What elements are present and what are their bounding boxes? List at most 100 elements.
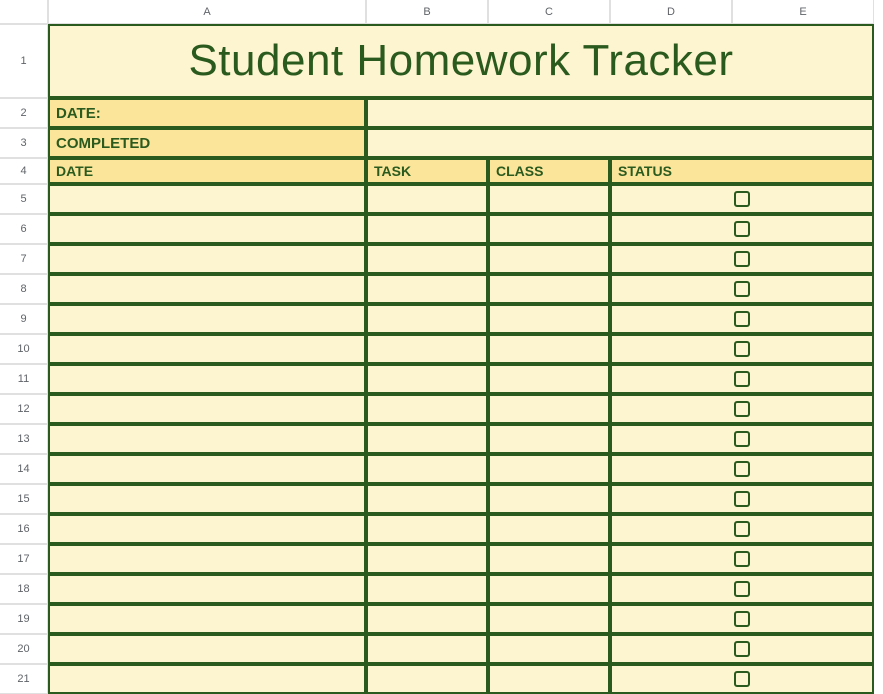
- cell-task[interactable]: [366, 274, 488, 304]
- checkbox-icon[interactable]: [734, 491, 750, 507]
- checkbox-icon[interactable]: [734, 551, 750, 567]
- header-class[interactable]: CLASS: [488, 158, 610, 184]
- row-header-13[interactable]: 13: [0, 424, 48, 454]
- cell-task[interactable]: [366, 424, 488, 454]
- cell-class[interactable]: [488, 274, 610, 304]
- cell-class[interactable]: [488, 604, 610, 634]
- cell-status[interactable]: [610, 334, 874, 364]
- cell-date[interactable]: [48, 664, 366, 694]
- checkbox-icon[interactable]: [734, 221, 750, 237]
- cell-status[interactable]: [610, 484, 874, 514]
- header-status[interactable]: STATUS: [610, 158, 874, 184]
- column-header-B[interactable]: B: [366, 0, 488, 24]
- cell-task[interactable]: [366, 394, 488, 424]
- cell-status[interactable]: [610, 634, 874, 664]
- cell-status[interactable]: [610, 304, 874, 334]
- cell-status[interactable]: [610, 364, 874, 394]
- cell-class[interactable]: [488, 424, 610, 454]
- row-header-12[interactable]: 12: [0, 394, 48, 424]
- cell-class[interactable]: [488, 634, 610, 664]
- select-all-corner[interactable]: [0, 0, 48, 24]
- cell-status[interactable]: [610, 664, 874, 694]
- cell-class[interactable]: [488, 304, 610, 334]
- checkbox-icon[interactable]: [734, 311, 750, 327]
- cell-task[interactable]: [366, 484, 488, 514]
- completed-value-cell[interactable]: [366, 128, 874, 158]
- cell-task[interactable]: [366, 364, 488, 394]
- column-header-D[interactable]: D: [610, 0, 732, 24]
- row-header-15[interactable]: 15: [0, 484, 48, 514]
- row-header-11[interactable]: 11: [0, 364, 48, 394]
- row-header-4[interactable]: 4: [0, 158, 48, 184]
- cell-status[interactable]: [610, 214, 874, 244]
- cell-status[interactable]: [610, 184, 874, 214]
- cell-date[interactable]: [48, 514, 366, 544]
- cell-status[interactable]: [610, 454, 874, 484]
- cell-task[interactable]: [366, 334, 488, 364]
- row-header-21[interactable]: 21: [0, 664, 48, 694]
- cell-task[interactable]: [366, 304, 488, 334]
- row-header-7[interactable]: 7: [0, 244, 48, 274]
- cell-class[interactable]: [488, 394, 610, 424]
- checkbox-icon[interactable]: [734, 371, 750, 387]
- row-header-1[interactable]: 1: [0, 24, 48, 98]
- cell-class[interactable]: [488, 544, 610, 574]
- cell-date[interactable]: [48, 304, 366, 334]
- row-header-5[interactable]: 5: [0, 184, 48, 214]
- row-header-18[interactable]: 18: [0, 574, 48, 604]
- checkbox-icon[interactable]: [734, 461, 750, 477]
- cell-date[interactable]: [48, 634, 366, 664]
- cell-class[interactable]: [488, 244, 610, 274]
- cell-task[interactable]: [366, 184, 488, 214]
- row-header-16[interactable]: 16: [0, 514, 48, 544]
- checkbox-icon[interactable]: [734, 431, 750, 447]
- cell-class[interactable]: [488, 454, 610, 484]
- cell-task[interactable]: [366, 544, 488, 574]
- title-cell[interactable]: Student Homework Tracker: [48, 24, 874, 98]
- cell-status[interactable]: [610, 514, 874, 544]
- cell-task[interactable]: [366, 604, 488, 634]
- checkbox-icon[interactable]: [734, 671, 750, 687]
- cell-date[interactable]: [48, 484, 366, 514]
- cell-date[interactable]: [48, 334, 366, 364]
- completed-label-cell[interactable]: COMPLETED: [48, 128, 366, 158]
- cell-class[interactable]: [488, 574, 610, 604]
- cell-date[interactable]: [48, 364, 366, 394]
- cell-status[interactable]: [610, 274, 874, 304]
- cell-date[interactable]: [48, 574, 366, 604]
- cell-task[interactable]: [366, 214, 488, 244]
- checkbox-icon[interactable]: [734, 401, 750, 417]
- cell-class[interactable]: [488, 664, 610, 694]
- checkbox-icon[interactable]: [734, 281, 750, 297]
- cell-task[interactable]: [366, 244, 488, 274]
- header-date[interactable]: DATE: [48, 158, 366, 184]
- row-header-2[interactable]: 2: [0, 98, 48, 128]
- cell-date[interactable]: [48, 394, 366, 424]
- cell-class[interactable]: [488, 514, 610, 544]
- row-header-17[interactable]: 17: [0, 544, 48, 574]
- cell-task[interactable]: [366, 454, 488, 484]
- row-header-6[interactable]: 6: [0, 214, 48, 244]
- column-header-A[interactable]: A: [48, 0, 366, 24]
- cell-date[interactable]: [48, 424, 366, 454]
- cell-date[interactable]: [48, 214, 366, 244]
- cell-class[interactable]: [488, 184, 610, 214]
- checkbox-icon[interactable]: [734, 581, 750, 597]
- cell-status[interactable]: [610, 604, 874, 634]
- header-task[interactable]: TASK: [366, 158, 488, 184]
- checkbox-icon[interactable]: [734, 341, 750, 357]
- row-header-20[interactable]: 20: [0, 634, 48, 664]
- cell-status[interactable]: [610, 424, 874, 454]
- checkbox-icon[interactable]: [734, 191, 750, 207]
- cell-class[interactable]: [488, 214, 610, 244]
- column-header-E[interactable]: E: [732, 0, 874, 24]
- cell-date[interactable]: [48, 544, 366, 574]
- row-header-10[interactable]: 10: [0, 334, 48, 364]
- cell-class[interactable]: [488, 484, 610, 514]
- checkbox-icon[interactable]: [734, 251, 750, 267]
- cell-status[interactable]: [610, 394, 874, 424]
- checkbox-icon[interactable]: [734, 611, 750, 627]
- date-label-cell[interactable]: DATE:: [48, 98, 366, 128]
- date-value-cell[interactable]: [366, 98, 874, 128]
- cell-task[interactable]: [366, 514, 488, 544]
